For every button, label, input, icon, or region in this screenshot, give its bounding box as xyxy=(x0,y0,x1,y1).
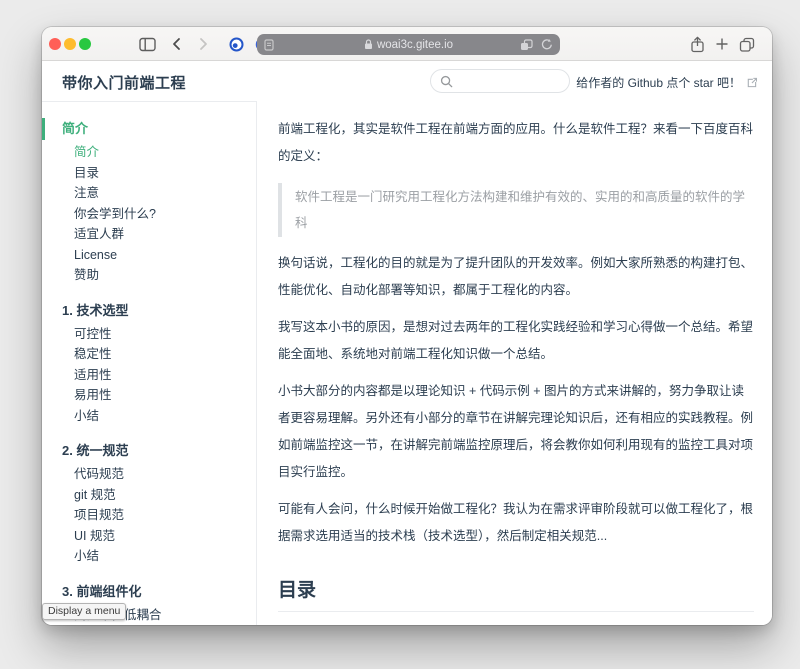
sidebar-section: 1. 技术选型可控性稳定性适用性易用性小结 xyxy=(42,298,256,427)
zoom-window-button[interactable] xyxy=(79,38,91,50)
sidebar-link[interactable]: 可控性 xyxy=(42,324,256,345)
external-link-icon xyxy=(746,77,757,88)
browser-window: woai3c.gitee.io xyxy=(42,27,772,625)
sidebar-section: 2. 统一规范代码规范git 规范项目规范UI 规范小结 xyxy=(42,438,256,567)
sidebar-section-title[interactable]: 3. 前端组件化 xyxy=(42,579,256,605)
close-window-button[interactable] xyxy=(49,38,61,50)
extension-button-1[interactable] xyxy=(226,35,246,53)
doc-paragraph: 前端工程化，其实是软件工程在前端方面的应用。什么是软件工程？来看一下百度百科的定… xyxy=(278,116,754,170)
sidebar-link[interactable]: 适宜人群 xyxy=(42,224,256,245)
page: 带你入门前端工程 给作者的 Github 点个 star 吧！ 简介简介目录注意… xyxy=(42,61,772,625)
site-header: 带你入门前端工程 给作者的 Github 点个 star 吧！ xyxy=(42,61,772,101)
sidebar-toggle-icon xyxy=(139,37,156,52)
github-star-link-label: 给作者的 Github 点个 star 吧！ xyxy=(576,74,741,91)
sidebar-section-title[interactable]: 2. 统一规范 xyxy=(42,438,256,464)
page-content: 前端工程化，其实是软件工程在前端方面的应用。什么是软件工程？来看一下百度百科的定… xyxy=(257,101,772,625)
search-icon xyxy=(440,75,453,88)
status-tooltip: Display a menu xyxy=(42,603,126,620)
sidebar-section-title[interactable]: 1. 技术选型 xyxy=(42,298,256,324)
back-button[interactable] xyxy=(167,35,187,53)
doc-paragraph: 我写这本小书的原因，是想对过去两年的工程化实践经验和学习心得做一个总结。希望能全… xyxy=(278,314,754,368)
sidebar-section-title[interactable]: 简介 xyxy=(42,116,256,142)
chevron-right-icon xyxy=(195,36,211,52)
sidebar-link[interactable]: 适用性 xyxy=(42,365,256,386)
url-text: woai3c.gitee.io xyxy=(377,39,453,51)
sidebar-link[interactable]: 小结 xyxy=(42,546,256,567)
sidebar-link[interactable]: 易用性 xyxy=(42,385,256,406)
doc-paragraph: 可能有人会问，什么时候开始做工程化？我认为在需求评审阶段就可以做工程化了，根据需… xyxy=(278,496,754,550)
sidebar-link[interactable]: 注意 xyxy=(42,183,256,204)
doc-blocks: 前端工程化，其实是软件工程在前端方面的应用。什么是软件工程？来看一下百度百科的定… xyxy=(278,116,754,550)
url-bar[interactable]: woai3c.gitee.io xyxy=(257,34,560,55)
sidebar-link[interactable]: 代码规范 xyxy=(42,464,256,485)
extension-icon-circle xyxy=(229,37,244,52)
search-input[interactable] xyxy=(459,74,560,88)
chevron-left-icon xyxy=(169,36,185,52)
new-tab-button[interactable] xyxy=(712,35,732,53)
sidebar-link[interactable]: 项目规范 xyxy=(42,505,256,526)
share-icon xyxy=(690,36,705,53)
sidebar-link[interactable]: 稳定性 xyxy=(42,344,256,365)
toggle-sidebar-button[interactable] xyxy=(137,35,157,53)
doc-quote: 软件工程是一门研究用工程化方法构建和维护有效的、实用的和高质量的软件的学科 xyxy=(278,183,754,237)
sidebar-link[interactable]: 你会学到什么? xyxy=(42,204,256,225)
plus-icon xyxy=(715,37,729,51)
tabs-overview-icon xyxy=(739,36,755,52)
translate-icon[interactable] xyxy=(520,39,533,51)
sidebar-link[interactable]: 简介 xyxy=(42,142,256,163)
share-button[interactable] xyxy=(687,35,707,53)
sidebar-link[interactable]: 目录 xyxy=(42,163,256,184)
minimize-window-button[interactable] xyxy=(64,38,76,50)
site-body: 简介简介目录注意你会学到什么?适宜人群License赞助1. 技术选型可控性稳定… xyxy=(42,101,772,625)
doc-paragraph: 小书大部分的内容都是以理论知识 + 代码示例 + 图片的方式来讲解的，努力争取让… xyxy=(278,378,754,486)
toc-heading: 目录 xyxy=(278,575,754,612)
sidebar-link[interactable]: License xyxy=(42,245,256,266)
sidebar-nav: 简介简介目录注意你会学到什么?适宜人群License赞助1. 技术选型可控性稳定… xyxy=(42,101,257,625)
browser-toolbar: woai3c.gitee.io xyxy=(42,27,772,61)
github-star-link[interactable]: 给作者的 Github 点个 star 吧！ xyxy=(576,74,757,91)
reload-icon[interactable] xyxy=(541,38,553,51)
doc-paragraph: 换句话说，工程化的目的就是为了提升团队的开发效率。例如大家所熟悉的构建打包、性能… xyxy=(278,250,754,304)
tab-overview-button[interactable] xyxy=(737,35,757,53)
sidebar-link[interactable]: UI 规范 xyxy=(42,526,256,547)
sidebar-section: 简介简介目录注意你会学到什么?适宜人群License赞助 xyxy=(42,116,256,286)
sidebar-link[interactable]: 赞助 xyxy=(42,265,256,286)
sidebar-link[interactable]: 小结 xyxy=(42,406,256,427)
site-title: 带你入门前端工程 xyxy=(62,72,186,93)
sidebar-link[interactable]: git 规范 xyxy=(42,485,256,506)
forward-button[interactable] xyxy=(193,35,213,53)
lock-icon xyxy=(364,39,373,50)
search-box[interactable] xyxy=(430,69,570,93)
